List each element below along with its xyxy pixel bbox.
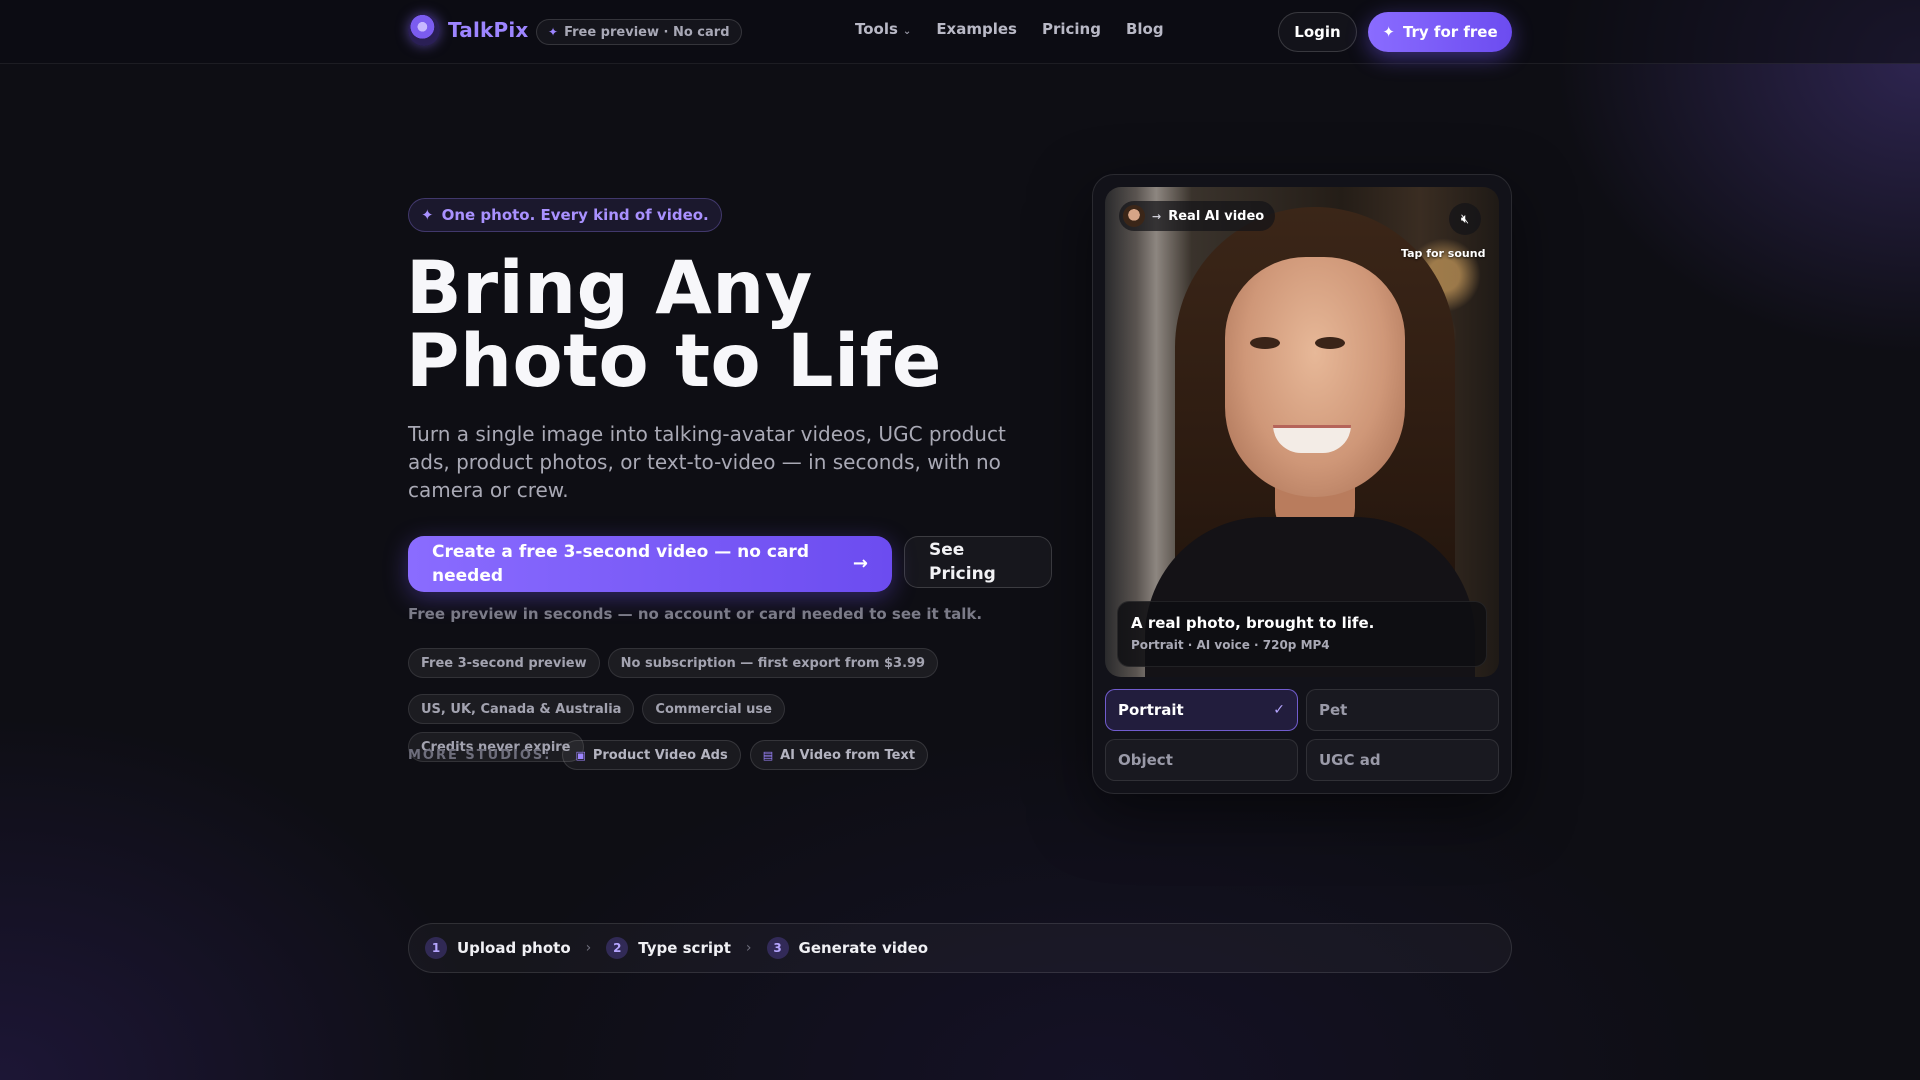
real-ai-video-label: Real AI video <box>1168 208 1265 224</box>
more-studios-label: MORE STUDIOS: <box>408 747 552 763</box>
real-ai-video-tag: → Real AI video <box>1119 201 1276 231</box>
try-for-free-label: Try for free <box>1402 23 1498 41</box>
studio-link-product-video-ads[interactable]: ▣ Product Video Ads <box>562 740 741 770</box>
caption-meta: Portrait · AI voice · 720p MP4 <box>1131 638 1330 652</box>
try-for-free-button[interactable]: ✦ Try for free <box>1368 12 1512 52</box>
sparkle-icon: ✦ <box>421 206 434 224</box>
nav-link-blog[interactable]: Blog <box>1126 20 1164 38</box>
chevron-right-icon: › <box>585 940 592 956</box>
hero-badge-label: One photo. Every kind of video. <box>441 206 709 224</box>
feature-chip: Commercial use <box>642 694 785 724</box>
brand-name: TalkPix <box>448 18 529 42</box>
free-preview-pill-label: Free preview · No card <box>564 24 730 40</box>
sparkle-icon: ✦ <box>1382 23 1395 41</box>
option-label: Portrait <box>1118 701 1184 719</box>
logo-icon <box>408 14 440 46</box>
option-object[interactable]: Object <box>1105 739 1298 781</box>
more-studios: MORE STUDIOS: ▣ Product Video Ads ▤ AI V… <box>408 740 929 770</box>
portrait-eye <box>1315 337 1345 349</box>
see-pricing-button[interactable]: See Pricing <box>904 536 1052 588</box>
hero-badge: ✦ One photo. Every kind of video. <box>408 198 722 232</box>
portrait-eye <box>1250 337 1280 349</box>
nav-link-pricing[interactable]: Pricing <box>1042 20 1101 38</box>
free-preview-pill: ✦ Free preview · No card <box>536 19 742 45</box>
hero-subtitle: Turn a single image into talking-avatar … <box>408 422 1006 502</box>
how-it-works-steps: 1 Upload photo › 2 Type script › 3 Gener… <box>408 923 1512 973</box>
arrow-right-icon: → <box>852 553 868 574</box>
step-upload-photo: 1 Upload photo <box>425 937 571 959</box>
video-icon: ▤ <box>762 748 774 762</box>
arrow-right-icon: → <box>1152 209 1162 223</box>
sparkle-icon: ✦ <box>548 25 559 39</box>
cta-note: Free preview in seconds — no account or … <box>408 605 983 623</box>
option-pet[interactable]: Pet <box>1306 689 1499 731</box>
nav-links: Tools ⌄ Examples Pricing Blog <box>855 20 1164 38</box>
step-generate-video: 3 Generate video <box>766 937 929 959</box>
login-button[interactable]: Login <box>1278 12 1357 52</box>
nav-link-examples[interactable]: Examples <box>936 20 1017 38</box>
bag-icon: ▣ <box>575 748 586 762</box>
nav-link-tools[interactable]: Tools ⌄ <box>855 20 911 38</box>
step-number: 3 <box>766 937 789 959</box>
demo-type-options: Portrait ✓ Pet Object UGC ad <box>1105 689 1499 781</box>
step-number: 1 <box>425 937 447 959</box>
option-portrait[interactable]: Portrait ✓ <box>1105 689 1298 731</box>
nav-link-tools-label: Tools <box>855 20 898 38</box>
brand-logo-link[interactable]: TalkPix <box>408 14 529 46</box>
studio-link-label: Product Video Ads <box>592 747 728 763</box>
chevron-right-icon: › <box>745 940 752 956</box>
studio-link-label: AI Video from Text <box>780 747 916 763</box>
step-type-script: 2 Type script <box>606 937 731 959</box>
create-free-video-label: Create a free 3-second video — no card n… <box>432 542 809 586</box>
portrait-face <box>1225 257 1405 497</box>
hero-title: Bring Any Photo to Life <box>406 252 1026 398</box>
feature-chip: No subscription — first export from $3.9… <box>607 648 939 678</box>
demo-card: → Real AI video 🔇︎ Tap for sound A real … <box>1092 174 1512 794</box>
top-nav: TalkPix ✦ Free preview · No card Tools ⌄ … <box>0 0 1920 64</box>
hero-title-line-2: Photo to Life <box>406 319 942 404</box>
create-free-video-button[interactable]: Create a free 3-second video — no card n… <box>408 536 892 592</box>
step-label: Generate video <box>798 939 929 957</box>
demo-video[interactable]: → Real AI video 🔇︎ Tap for sound A real … <box>1105 187 1499 677</box>
check-icon: ✓ <box>1273 702 1285 718</box>
tap-for-sound-label: Tap for sound <box>1401 247 1486 260</box>
step-number: 2 <box>606 937 629 959</box>
feature-chip: Free 3-second preview <box>408 648 600 678</box>
chevron-down-icon: ⌄ <box>902 26 912 37</box>
video-caption: A real photo, brought to life. Portrait … <box>1117 601 1487 667</box>
step-label: Type script <box>638 939 731 957</box>
feature-chip: US, UK, Canada & Australia <box>408 694 635 724</box>
step-label: Upload photo <box>457 939 571 957</box>
photo-thumbnail <box>1123 205 1145 227</box>
option-ugc-ad[interactable]: UGC ad <box>1306 739 1499 781</box>
speaker-muted-icon[interactable]: 🔇︎ <box>1449 203 1481 235</box>
caption-title: A real photo, brought to life. <box>1131 614 1375 632</box>
studio-link-ai-video-from-text[interactable]: ▤ AI Video from Text <box>749 740 929 770</box>
